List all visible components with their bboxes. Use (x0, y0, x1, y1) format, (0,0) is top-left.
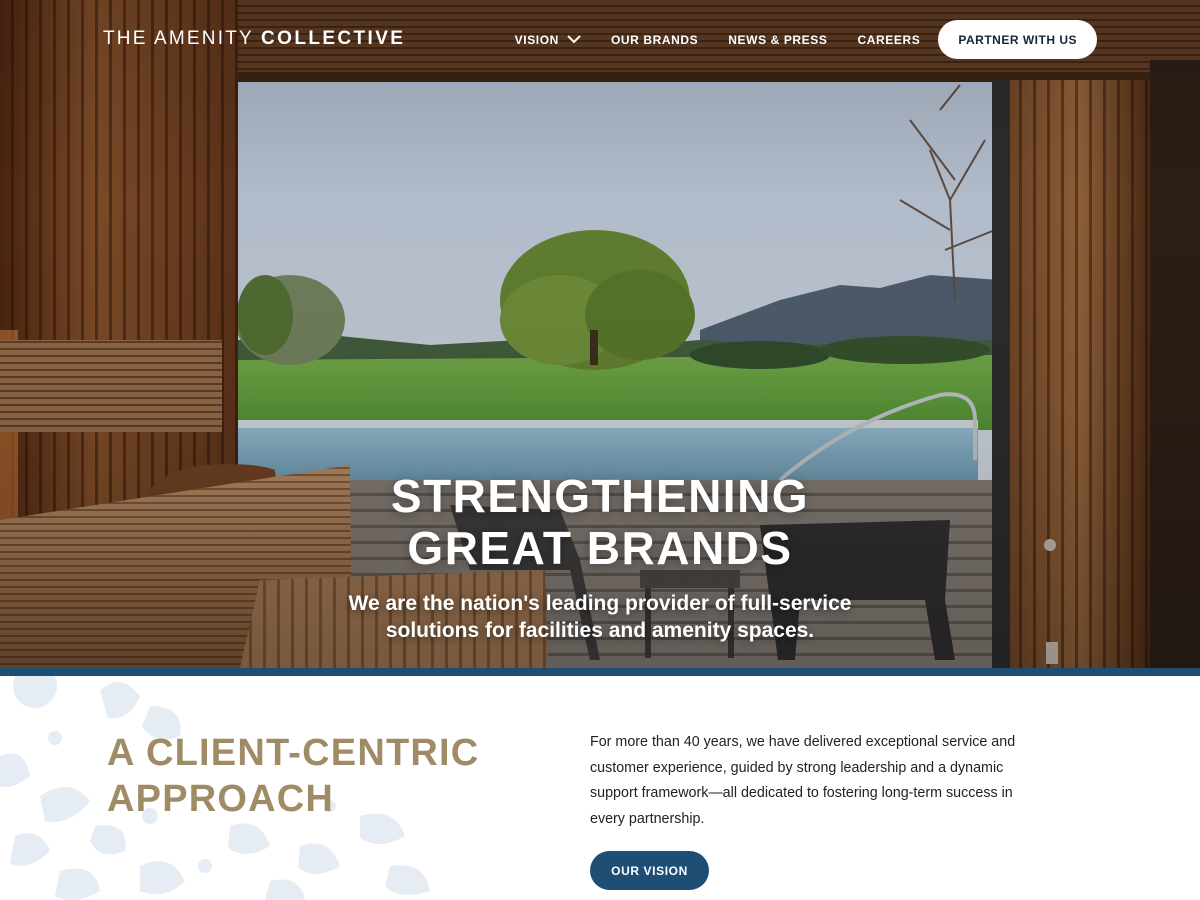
nav-item-label: VISION (514, 32, 559, 47)
main-nav: VISION OUR BRANDS NEWS & PRESS CAREERS P… (515, 20, 1097, 59)
hero-title-line: STRENGTHENING (390, 470, 810, 522)
partner-with-us-button[interactable]: PARTNER WITH US (938, 20, 1097, 59)
intro-paragraph-line: customer experience, guided by strong le… (590, 759, 1004, 776)
section-title: A CLIENT-CENTRIC APPROACH (107, 730, 479, 822)
intro-paragraph-line: support framework—all dedicated to foste… (590, 785, 1013, 801)
section-title-line: A CLIENT-CENTRIC (107, 732, 480, 774)
logo-text-light: THE AMENITY (103, 28, 254, 49)
nav-item-our-brands[interactable]: OUR BRANDS (611, 33, 698, 47)
nav-item-news-press[interactable]: NEWS & PRESS (728, 33, 827, 47)
hero-subtitle-line: solutions for facilities and amenity spa… (385, 619, 815, 642)
nav-item-label: NEWS & PRESS (728, 32, 828, 47)
our-vision-button[interactable]: OUR VISION (590, 851, 709, 890)
hero-title: STRENGTHENING GREAT BRANDS (300, 470, 900, 574)
intro-paragraph-line: every partnership. (590, 810, 705, 827)
hero-divider (0, 668, 1200, 676)
hero-subtitle-line: We are the nation's leading provider of … (348, 592, 852, 615)
nav-item-label: OUR BRANDS (610, 32, 699, 47)
chevron-down-icon (567, 35, 581, 44)
nav-item-label: CAREERS (857, 32, 921, 47)
logo-text-bold: COLLECTIVE (261, 28, 406, 49)
nav-item-vision[interactable]: VISION (515, 33, 581, 47)
nav-item-careers[interactable]: CAREERS (858, 33, 921, 47)
hero-title-line: GREAT BRANDS (407, 522, 793, 574)
hero-subtitle: We are the nation's leading provider of … (270, 590, 930, 644)
section-title-line: APPROACH (107, 778, 335, 820)
intro-paragraph: For more than 40 years, we have delivere… (590, 730, 1070, 832)
site-logo[interactable]: THE AMENITY COLLECTIVE (103, 28, 405, 50)
intro-paragraph-line: For more than 40 years, we have delivere… (590, 734, 1016, 750)
